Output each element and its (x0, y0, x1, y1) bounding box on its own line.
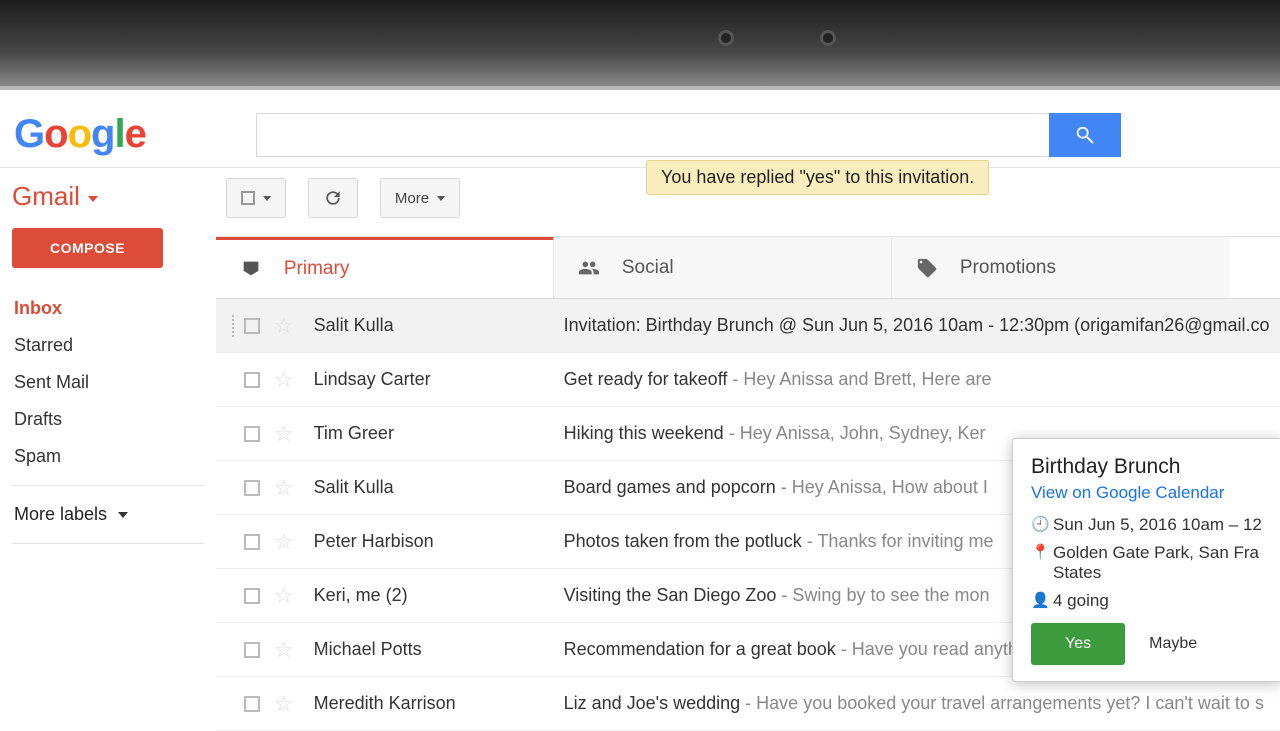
event-when: 🕘 Sun Jun 5, 2016 10am – 12 (1031, 515, 1263, 535)
tab-primary[interactable]: Primary (216, 236, 554, 298)
snippet: - Thanks for inviting me (802, 531, 994, 551)
event-going-text: 4 going (1053, 591, 1109, 611)
star-icon[interactable]: ☆ (274, 421, 294, 447)
sender: Lindsay Carter (314, 369, 564, 390)
sender: Salit Kulla (314, 315, 564, 336)
refresh-button[interactable] (308, 178, 358, 218)
subject: Hiking this weekend - Hey Anissa, John, … (564, 423, 986, 444)
subject: Liz and Joe's wedding - Have you booked … (564, 693, 1264, 714)
sidebar: Gmail COMPOSE Inbox Starred Sent Mail Dr… (0, 168, 216, 731)
star-icon[interactable]: ☆ (274, 691, 294, 717)
subject: Board games and popcorn - Hey Anissa, Ho… (564, 477, 988, 498)
row-checkbox[interactable] (244, 642, 260, 658)
event-title: Birthday Brunch (1031, 455, 1263, 479)
drag-grip-icon (228, 315, 238, 337)
sidebar-item-starred[interactable]: Starred (12, 327, 204, 364)
tag-icon (914, 257, 940, 279)
star-icon[interactable]: ☆ (274, 367, 294, 393)
row-checkbox[interactable] (244, 588, 260, 604)
event-actions: Yes Maybe (1031, 623, 1263, 665)
more-labels-dropdown[interactable]: More labels (12, 496, 204, 533)
view-calendar-link[interactable]: View on Google Calendar (1031, 483, 1263, 503)
camera-dot (718, 30, 734, 46)
star-icon[interactable]: ☆ (274, 637, 294, 663)
top-bar: Google (0, 90, 1280, 168)
sidebar-item-spam[interactable]: Spam (12, 438, 204, 475)
snippet: - Hey Anissa and Brett, Here are (727, 369, 991, 389)
mail-row[interactable]: ☆ Meredith KarrisonLiz and Joe's wedding … (216, 677, 1280, 731)
mail-row[interactable]: ☆ Lindsay CarterGet ready for takeoff - H… (216, 353, 1280, 407)
star-icon[interactable]: ☆ (274, 529, 294, 555)
event-card: Birthday Brunch View on Google Calendar … (1012, 438, 1280, 682)
rsvp-notification: You have replied "yes" to this invitatio… (646, 160, 989, 195)
gmail-label: Gmail (12, 181, 80, 212)
subject: Visiting the San Diego Zoo - Swing by to… (564, 585, 990, 606)
tab-label: Primary (284, 258, 349, 280)
search-input[interactable] (256, 113, 1049, 157)
sender: Tim Greer (314, 423, 564, 444)
sidebar-item-drafts[interactable]: Drafts (12, 401, 204, 438)
caret-down-icon (88, 196, 98, 202)
subject: Invitation: Birthday Brunch @ Sun Jun 5,… (564, 315, 1270, 336)
tab-promotions[interactable]: Promotions (892, 237, 1230, 298)
sender: Keri, me (2) (314, 585, 564, 606)
star-icon[interactable]: ☆ (274, 583, 294, 609)
person-icon: 👤 (1031, 591, 1053, 611)
subject: Get ready for takeoff - Hey Anissa and B… (564, 369, 992, 390)
row-checkbox[interactable] (244, 318, 260, 334)
clock-icon: 🕘 (1031, 515, 1053, 535)
snippet: - Hey Anissa, How about I (776, 477, 988, 497)
row-checkbox[interactable] (244, 696, 260, 712)
sender: Michael Potts (314, 639, 564, 660)
row-checkbox[interactable] (244, 534, 260, 550)
inbox-icon (238, 258, 264, 280)
mail-row[interactable]: ☆ Salit KullaInvitation: Birthday Brunch … (216, 299, 1280, 353)
divider (12, 485, 204, 486)
row-checkbox[interactable] (244, 480, 260, 496)
more-labels-text: More labels (14, 504, 107, 524)
sender: Salit Kulla (314, 477, 564, 498)
more-label: More (395, 190, 429, 207)
star-icon[interactable]: ☆ (274, 313, 294, 339)
subject: Photos taken from the potluck - Thanks f… (564, 531, 994, 552)
row-checkbox[interactable] (244, 426, 260, 442)
sender: Peter Harbison (314, 531, 564, 552)
tab-label: Social (622, 257, 674, 279)
tab-social[interactable]: Social (554, 237, 892, 298)
star-icon[interactable]: ☆ (274, 475, 294, 501)
device-frame (0, 0, 1280, 90)
caret-down-icon (437, 196, 445, 201)
row-checkbox[interactable] (244, 372, 260, 388)
sidebar-item-inbox[interactable]: Inbox (12, 290, 204, 327)
caret-down-icon (263, 196, 271, 201)
snippet: - Hey Anissa, John, Sydney, Ker (724, 423, 986, 443)
camera-dot (820, 30, 836, 46)
select-all-dropdown[interactable] (226, 178, 286, 218)
checkbox-icon (241, 191, 255, 205)
event-where: 📍 Golden Gate Park, San Fra States (1031, 543, 1263, 583)
sidebar-item-sent[interactable]: Sent Mail (12, 364, 204, 401)
sender: Meredith Karrison (314, 693, 564, 714)
people-icon (576, 257, 602, 279)
event-going: 👤 4 going (1031, 591, 1263, 611)
more-menu-button[interactable]: More (380, 178, 460, 218)
refresh-icon (323, 188, 343, 208)
snippet: - Swing by to see the mon (776, 585, 989, 605)
divider (12, 543, 204, 544)
event-when-text: Sun Jun 5, 2016 10am – 12 (1053, 515, 1262, 535)
snippet: - Have you booked your travel arrangemen… (740, 693, 1264, 713)
search-button[interactable] (1049, 113, 1121, 157)
gmail-dropdown[interactable]: Gmail (12, 181, 204, 212)
tab-label: Promotions (960, 257, 1056, 279)
search-icon (1074, 124, 1096, 146)
search-wrap (256, 113, 1121, 157)
pin-icon: 📍 (1031, 543, 1053, 583)
event-where-text: Golden Gate Park, San Fra States (1053, 543, 1263, 583)
compose-button[interactable]: COMPOSE (12, 228, 163, 268)
google-logo[interactable]: Google (12, 112, 146, 157)
caret-down-icon (118, 512, 128, 518)
category-tabs: Primary Social Promotions (216, 237, 1280, 299)
rsvp-maybe-button[interactable]: Maybe (1143, 623, 1203, 665)
rsvp-yes-button[interactable]: Yes (1031, 623, 1125, 665)
